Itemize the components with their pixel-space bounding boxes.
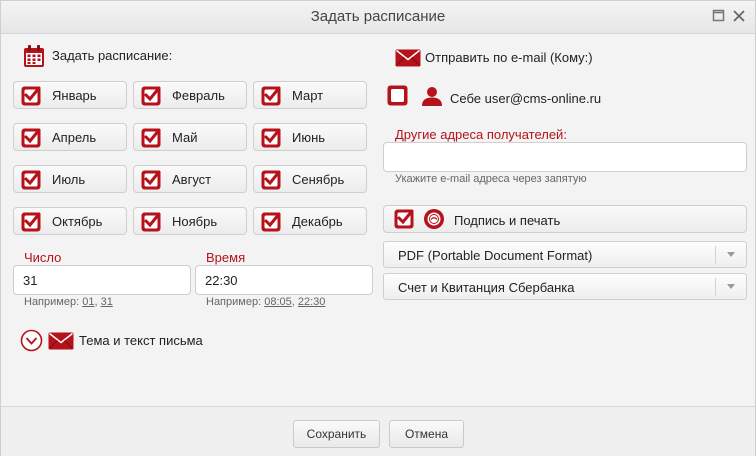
document-select-value: Счет и Квитанция Сбербанка — [398, 280, 575, 295]
month-toggle[interactable]: Декабрь — [253, 207, 367, 235]
title-bar: Задать расписание — [1, 1, 755, 34]
month-label: Декабрь — [292, 214, 343, 229]
close-icon[interactable] — [732, 9, 746, 23]
day-input[interactable] — [13, 265, 191, 295]
user-icon — [422, 87, 442, 106]
other-recipients-label: Другие адреса получателей: — [395, 127, 567, 142]
time-input[interactable] — [195, 265, 373, 295]
day-hint: Например: 01, 31 — [24, 296, 113, 308]
time-example-2230[interactable]: 22:30 — [298, 296, 326, 308]
format-select-value: PDF (Portable Document Format) — [398, 248, 593, 263]
stamp-icon — [424, 209, 444, 229]
sign-checkbox-icon — [394, 209, 414, 229]
month-label: Август — [172, 172, 212, 187]
checked-checkbox-icon — [261, 86, 281, 106]
month-label: Апрель — [52, 130, 97, 145]
mail-icon — [48, 332, 74, 350]
sign-stamp-toggle[interactable]: Подпись и печать — [383, 205, 747, 233]
checked-checkbox-icon — [21, 212, 41, 232]
day-example-01[interactable]: 01 — [82, 296, 94, 308]
letter-toggle-label[interactable]: Тема и текст письма — [79, 333, 203, 348]
format-select[interactable]: PDF (Portable Document Format) — [383, 241, 747, 268]
save-button[interactable]: Сохранить — [293, 420, 380, 448]
month-toggle[interactable]: Июль — [13, 165, 127, 193]
time-example-0805[interactable]: 08:05 — [264, 296, 292, 308]
month-label: Январь — [52, 88, 97, 103]
cancel-button[interactable]: Отмена — [389, 420, 464, 448]
checked-checkbox-icon — [21, 170, 41, 190]
month-label: Июль — [52, 172, 86, 187]
chevron-down-icon — [727, 284, 735, 289]
month-label: Июнь — [292, 130, 326, 145]
day-hint-prefix: Например: — [24, 296, 80, 308]
schedule-dialog: Задать расписание Задать расписание: Янв… — [0, 0, 756, 456]
month-label: Ноябрь — [172, 214, 218, 229]
month-toggle[interactable]: Февраль — [133, 81, 247, 109]
checked-checkbox-icon — [261, 128, 281, 148]
select-divider — [715, 278, 716, 296]
month-label: Октябрь — [52, 214, 103, 229]
month-toggle[interactable]: Ноябрь — [133, 207, 247, 235]
month-toggle[interactable]: Январь — [13, 81, 127, 109]
time-hint-prefix: Например: — [206, 296, 262, 308]
chevron-down-icon — [727, 252, 735, 257]
checked-checkbox-icon — [261, 212, 281, 232]
day-label: Число — [24, 250, 62, 265]
month-toggle[interactable]: Май — [133, 123, 247, 151]
month-toggle[interactable]: Март — [253, 81, 367, 109]
time-label: Время — [206, 250, 246, 265]
month-toggle[interactable]: Август — [133, 165, 247, 193]
self-checkbox[interactable] — [387, 85, 408, 106]
checked-checkbox-icon — [141, 170, 161, 190]
checked-checkbox-icon — [141, 86, 161, 106]
dialog-footer: Сохранить Отмена — [1, 406, 755, 456]
other-recipients-hint: Укажите e-mail адреса через запятую — [395, 173, 587, 185]
self-email-label: Себе user@cms-online.ru — [450, 91, 602, 106]
month-label: Март — [292, 88, 324, 103]
maximize-icon[interactable] — [712, 9, 726, 23]
email-label: Отправить по e-mail (Кому:) — [425, 50, 593, 65]
month-label: Февраль — [172, 88, 225, 103]
time-hint: Например: 08:05, 22:30 — [206, 296, 326, 308]
month-toggle[interactable]: Сенябрь — [253, 165, 367, 193]
schedule-label: Задать расписание: — [52, 48, 173, 63]
month-toggle[interactable]: Апрель — [13, 123, 127, 151]
checked-checkbox-icon — [141, 212, 161, 232]
sign-stamp-label: Подпись и печать — [454, 213, 561, 228]
select-divider — [715, 246, 716, 264]
calendar-icon — [24, 45, 44, 67]
checked-checkbox-icon — [141, 128, 161, 148]
mail-icon — [395, 49, 421, 67]
checked-checkbox-icon — [261, 170, 281, 190]
dialog-title: Задать расписание — [310, 8, 446, 25]
expand-chevron-icon[interactable] — [20, 329, 43, 352]
month-label: Май — [172, 130, 198, 145]
checked-checkbox-icon — [21, 128, 41, 148]
month-toggle[interactable]: Октябрь — [13, 207, 127, 235]
day-example-31[interactable]: 31 — [101, 296, 113, 308]
checked-checkbox-icon — [21, 86, 41, 106]
other-recipients-input[interactable] — [383, 142, 747, 172]
month-label: Сенябрь — [292, 172, 345, 187]
month-toggle[interactable]: Июнь — [253, 123, 367, 151]
document-select[interactable]: Счет и Квитанция Сбербанка — [383, 273, 747, 300]
